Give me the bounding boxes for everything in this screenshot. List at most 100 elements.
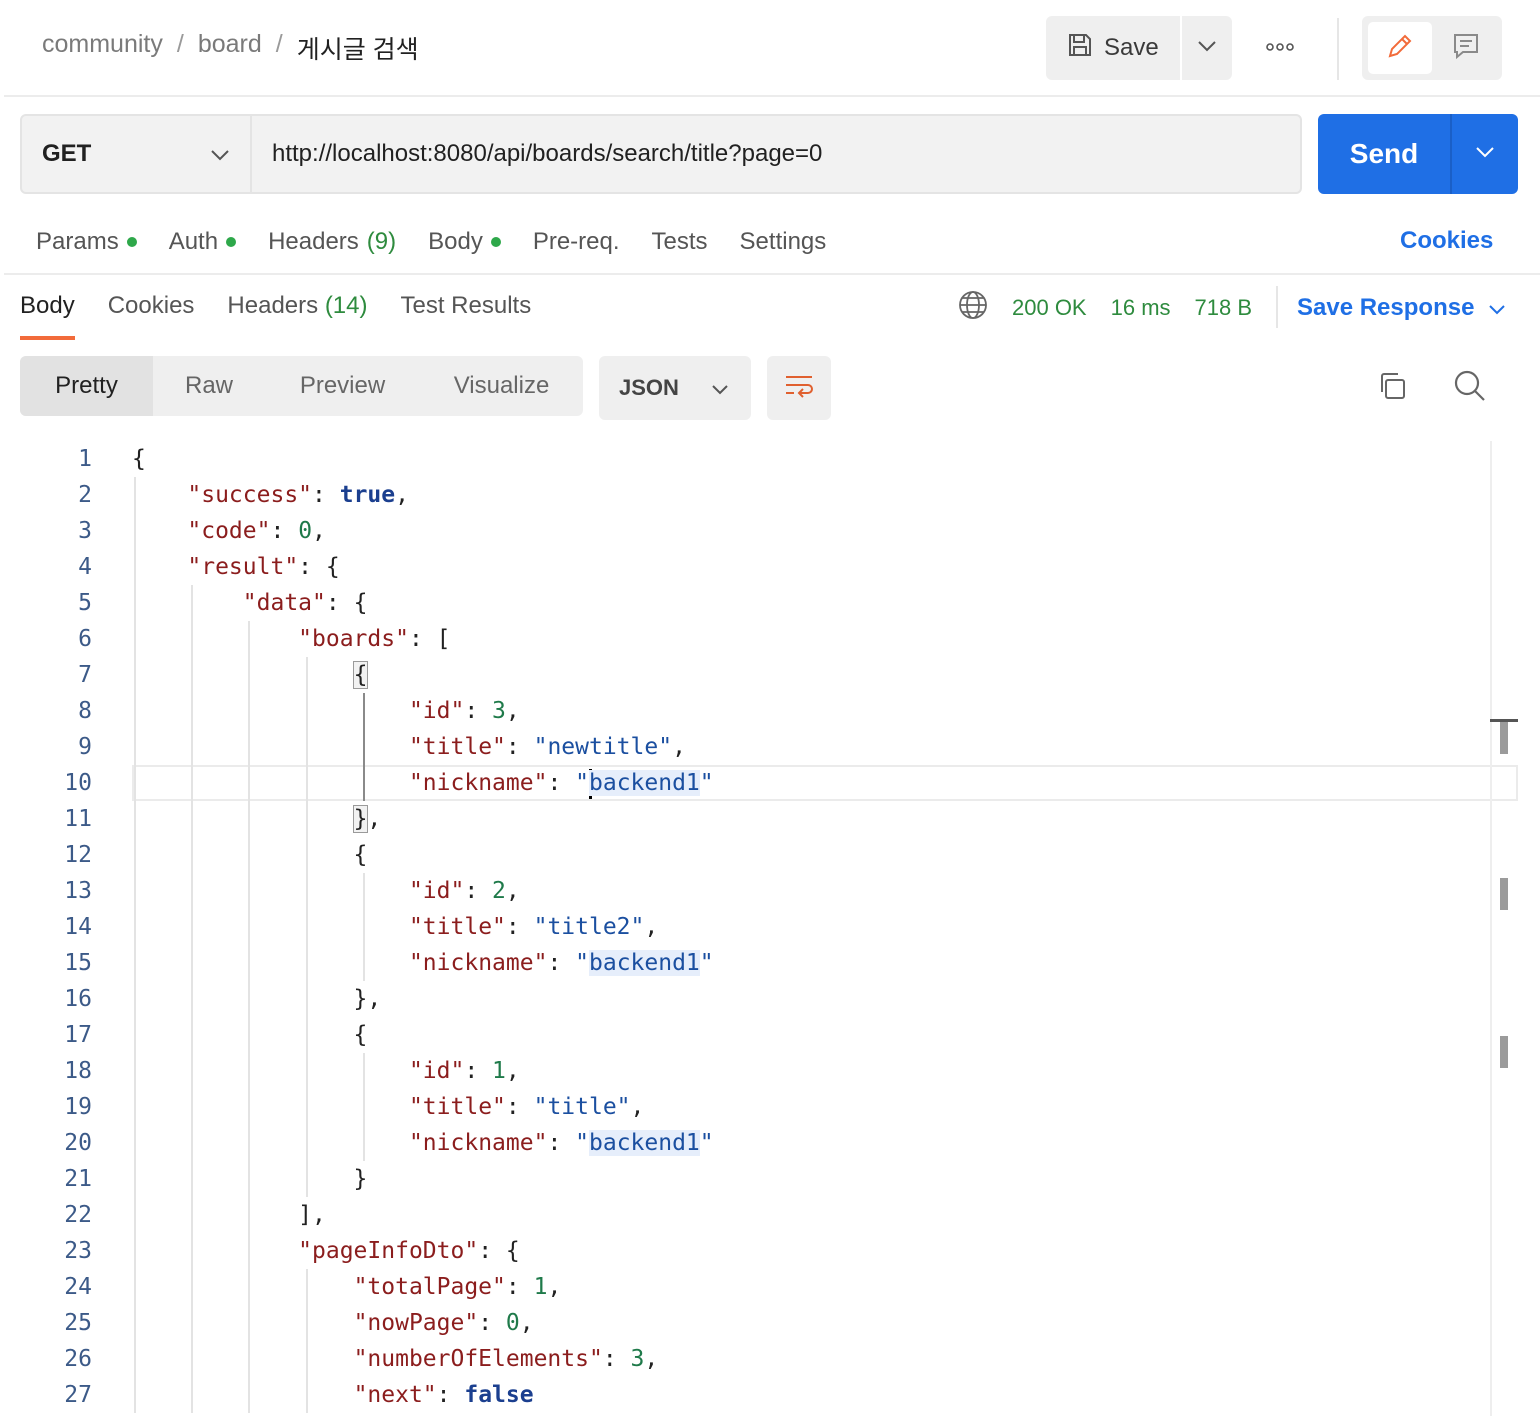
save-options-button[interactable] <box>1182 16 1232 80</box>
line-number: 4 <box>78 554 92 580</box>
method-select[interactable]: GET <box>22 116 252 192</box>
tab-response-headers[interactable]: Headers (14) <box>227 292 367 340</box>
tab-response-body[interactable]: Body <box>20 292 75 340</box>
line-number: 5 <box>78 590 92 616</box>
indent-guide <box>134 477 136 1413</box>
save-button[interactable]: Save <box>1046 16 1182 80</box>
code-line: 18 "id": 1, <box>0 1053 1518 1089</box>
scroll-highlight-mark <box>1500 878 1508 910</box>
code-line: 3 "code": 0, <box>0 513 1518 549</box>
code-text: "id": 3, <box>408 698 520 724</box>
save-response-button[interactable]: Save Response <box>1297 292 1506 324</box>
send-button[interactable]: Send <box>1318 114 1452 194</box>
line-number: 15 <box>64 950 92 976</box>
line-number: 21 <box>64 1166 92 1192</box>
view-preview[interactable]: Preview <box>265 356 420 416</box>
status-divider <box>1276 286 1278 328</box>
response-body-viewer[interactable]: 1{2 "success": true, 3 "code": 0, 4 "resul… <box>0 441 1540 1428</box>
tab-auth[interactable]: Auth <box>168 226 237 258</box>
line-number: 18 <box>64 1058 92 1084</box>
globe-icon[interactable] <box>958 290 988 326</box>
tab-label: Params <box>36 228 119 255</box>
search-button[interactable] <box>1450 368 1490 408</box>
indent-guide <box>362 1053 365 1161</box>
code-text: "totalPage": 1, <box>353 1274 562 1300</box>
copy-button[interactable] <box>1372 368 1412 408</box>
line-number: 24 <box>64 1274 92 1300</box>
tab-label: Auth <box>168 228 219 255</box>
tab-headers[interactable]: Headers (9) <box>268 226 396 258</box>
mode-toggle <box>1362 16 1502 80</box>
tab-pre-request[interactable]: Pre-req. <box>533 226 620 258</box>
code-text: "id": 2, <box>408 878 520 904</box>
code-line: 19 "title": "title", <box>0 1089 1518 1125</box>
chevron-down-icon <box>1197 39 1217 57</box>
code-line: 24 "totalPage": 1, <box>0 1269 1518 1305</box>
format-select[interactable]: JSON <box>599 356 751 420</box>
code-text: "success": true, <box>187 482 409 508</box>
url-input[interactable] <box>252 116 1300 192</box>
code-line: 16 }, <box>0 981 1518 1017</box>
code-line: 22 ], <box>0 1197 1518 1233</box>
view-mode-selector: Pretty Raw Preview Visualize <box>20 356 583 416</box>
view-pretty[interactable]: Pretty <box>20 356 153 416</box>
edit-mode-button[interactable] <box>1368 22 1432 74</box>
method-label: GET <box>42 140 92 167</box>
code-line: 4 "result": { <box>0 549 1518 585</box>
breadcrumb-current[interactable]: 게시글 검색 <box>297 30 419 66</box>
wrap-lines-button[interactable] <box>767 356 831 420</box>
tab-settings[interactable]: Settings <box>740 226 827 258</box>
line-number: 23 <box>64 1238 92 1264</box>
code-text: "result": { <box>187 554 340 580</box>
tab-test-results[interactable]: Test Results <box>401 292 532 340</box>
more-icon <box>1265 39 1295 57</box>
scroll-highlight-mark <box>1500 722 1508 754</box>
line-number: 20 <box>64 1130 92 1156</box>
scrollbar[interactable] <box>1490 441 1492 1416</box>
code-text: "title": "newtitle", <box>408 734 686 760</box>
code-text: "data": { <box>242 590 368 616</box>
line-number: 26 <box>64 1346 92 1372</box>
save-label: Save <box>1104 34 1159 61</box>
tab-response-cookies[interactable]: Cookies <box>108 292 195 340</box>
code-line: 26 "numberOfElements": 3, <box>0 1341 1518 1377</box>
code-line: 14 "title": "title2", <box>0 909 1518 945</box>
send-options-button[interactable] <box>1452 114 1518 194</box>
code-text: "nickname": "backend1" <box>408 1130 714 1156</box>
cookies-link[interactable]: Cookies <box>1400 227 1493 255</box>
code-text: "id": 1, <box>408 1058 520 1084</box>
code-line: 2 "success": true, <box>0 477 1518 513</box>
code-line: 5 "data": { <box>0 585 1518 621</box>
line-number: 9 <box>78 734 92 760</box>
indent-guide <box>248 621 251 1413</box>
status-code[interactable]: 200 OK <box>1012 295 1087 321</box>
code-text: { <box>132 446 146 472</box>
response-size[interactable]: 718 B <box>1195 295 1253 321</box>
comments-mode-button[interactable] <box>1436 22 1496 74</box>
copy-icon <box>1376 370 1408 407</box>
code-line: 25 "nowPage": 0, <box>0 1305 1518 1341</box>
status-dot <box>226 237 237 247</box>
tab-body[interactable]: Body <box>428 226 501 258</box>
code-line: 7 { <box>0 657 1518 693</box>
tab-tests[interactable]: Tests <box>652 226 708 258</box>
view-raw[interactable]: Raw <box>153 356 265 416</box>
breadcrumb-item-board[interactable]: board <box>198 30 262 66</box>
status-dot <box>126 237 137 247</box>
code-text: }, <box>352 805 382 833</box>
scroll-highlight-mark <box>1500 1036 1508 1068</box>
more-options-button[interactable] <box>1260 30 1300 66</box>
code-line: 10 "nickname": "backend1" <box>0 765 1518 801</box>
comment-icon <box>1451 31 1481 66</box>
tab-label: Body <box>428 228 483 255</box>
view-visualize[interactable]: Visualize <box>420 356 583 416</box>
response-time[interactable]: 16 ms <box>1111 295 1171 321</box>
send-button-group: Send <box>1318 114 1518 194</box>
line-number: 7 <box>78 662 92 688</box>
breadcrumb-item-community[interactable]: community <box>42 30 163 66</box>
tab-label: Cookies <box>107 292 195 319</box>
line-number: 25 <box>64 1310 92 1336</box>
code-text: "title": "title2", <box>408 914 659 940</box>
tab-params[interactable]: Params <box>36 226 137 258</box>
tab-label: Pre-req. <box>532 228 620 255</box>
